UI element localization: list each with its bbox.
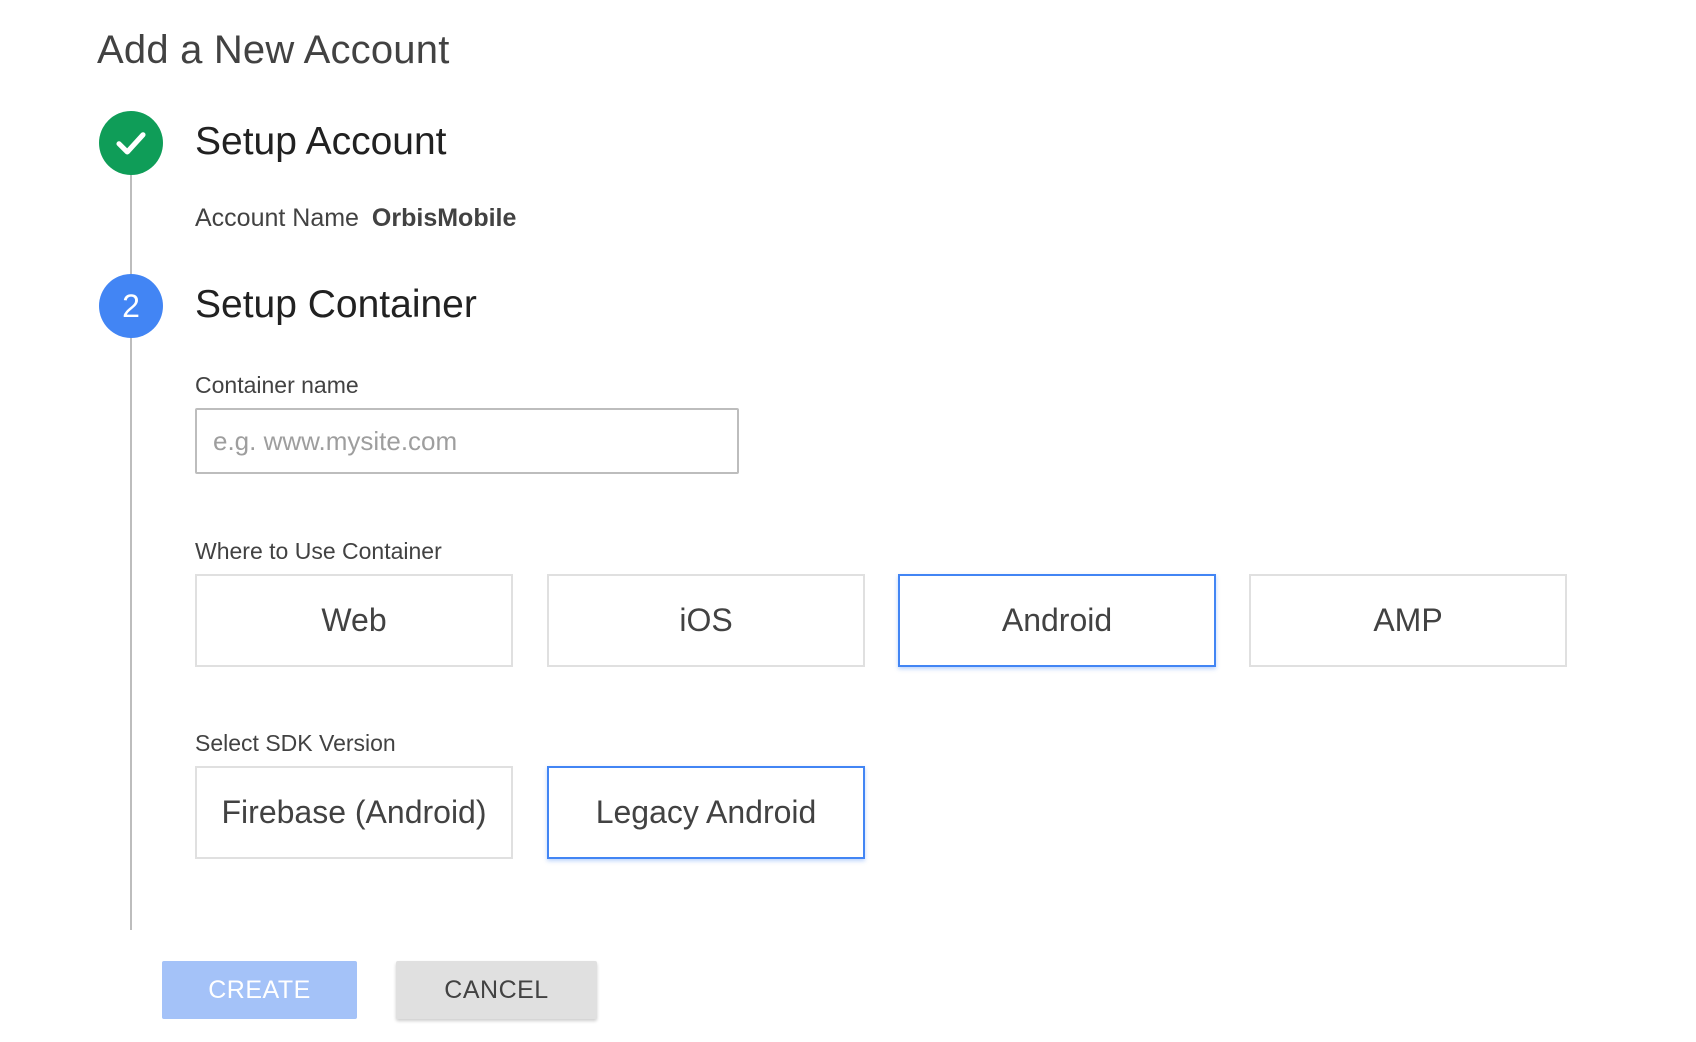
cancel-button[interactable]: CANCEL <box>396 961 597 1019</box>
step-complete-indicator <box>99 111 163 175</box>
step-number-indicator: 2 <box>99 274 163 338</box>
option-ios[interactable]: iOS <box>547 574 865 667</box>
step-title-setup-container: Setup Container <box>195 283 477 326</box>
option-legacy-android[interactable]: Legacy Android <box>547 766 865 859</box>
option-web[interactable]: Web <box>195 574 513 667</box>
where-to-use-label: Where to Use Container <box>195 538 442 564</box>
option-android[interactable]: Android <box>898 574 1216 667</box>
option-firebase-android[interactable]: Firebase (Android) <box>195 766 513 859</box>
page-title: Add a New Account <box>97 28 450 72</box>
step-title-setup-account: Setup Account <box>195 120 447 163</box>
account-name-value: OrbisMobile <box>371 204 517 232</box>
container-name-label: Container name <box>195 372 359 398</box>
account-name-label: Account Name <box>195 204 359 232</box>
account-name-summary: Account Name OrbisMobile <box>195 204 516 233</box>
container-name-input[interactable] <box>195 408 739 474</box>
add-account-page: Add a New Account Setup Account Account … <box>0 0 1696 1042</box>
check-icon <box>116 132 146 155</box>
sdk-version-label: Select SDK Version <box>195 730 396 756</box>
create-button[interactable]: CREATE <box>162 961 357 1019</box>
option-amp[interactable]: AMP <box>1249 574 1567 667</box>
